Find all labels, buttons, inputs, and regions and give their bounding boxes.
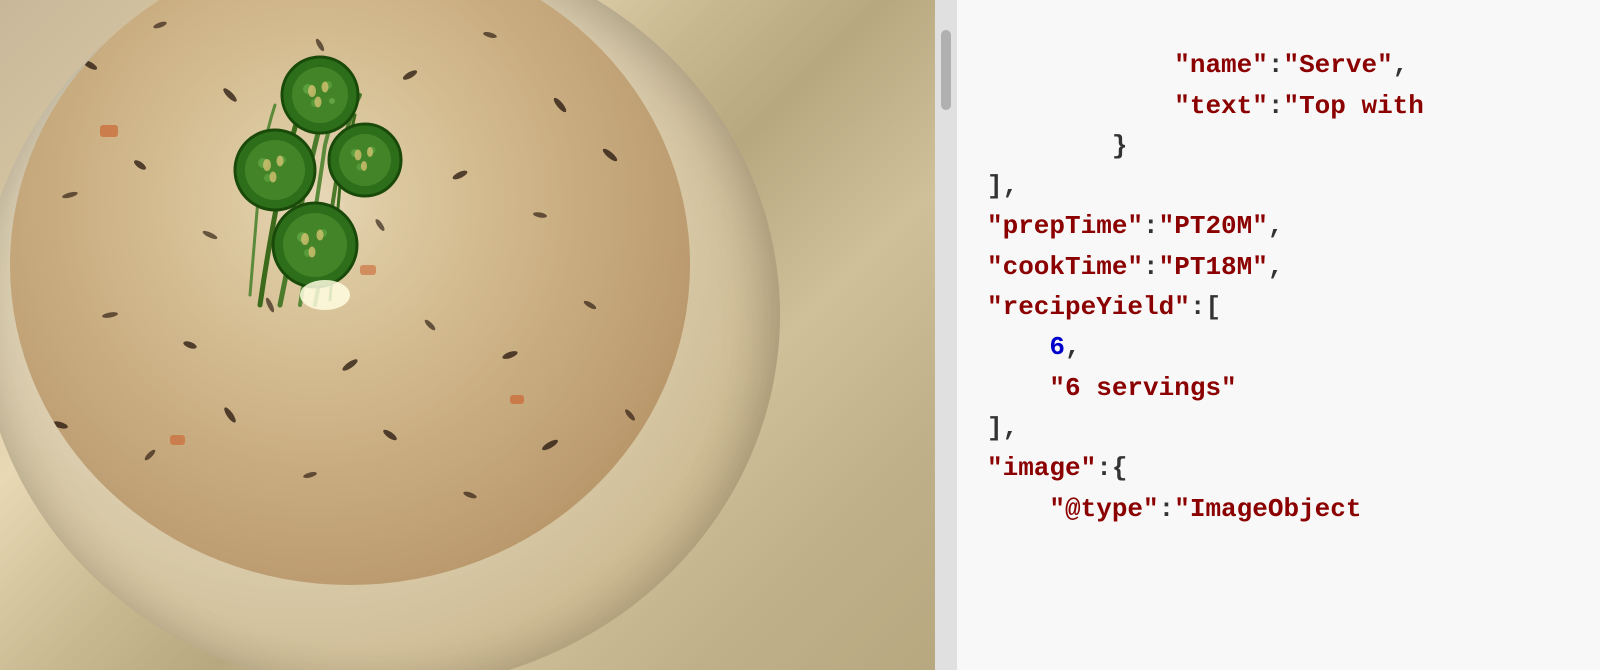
soup-photo — [0, 0, 935, 670]
yield-number: 6 — [1049, 332, 1065, 362]
at-type-key: "@type" — [1049, 494, 1158, 524]
yield-string: "6 servings" — [1049, 373, 1236, 403]
code-content: "name":"Serve", "text":"Top with } ], "p… — [987, 0, 1570, 569]
close-brace: } — [1049, 131, 1127, 161]
json-code-panel: "name":"Serve", "text":"Top with } ], "p… — [957, 0, 1600, 670]
recipe-yield-key: "recipeYield" — [987, 292, 1190, 322]
scrollbar[interactable] — [935, 0, 957, 670]
soup-liquid — [10, 0, 690, 585]
scrollbar-thumb[interactable] — [941, 30, 951, 110]
garnish-svg — [160, 5, 510, 325]
close-bracket-comma: ], — [987, 171, 1018, 201]
text-key: "text" — [1049, 91, 1267, 121]
food-image-panel — [0, 0, 935, 670]
name-key: "name" — [1049, 50, 1267, 80]
yield-close: ], — [987, 413, 1018, 443]
image-key: "image" — [987, 453, 1096, 483]
cook-time-key: "cookTime" — [987, 252, 1143, 282]
prep-time-key: "prepTime" — [987, 211, 1143, 241]
soup-bowl — [0, 0, 780, 670]
